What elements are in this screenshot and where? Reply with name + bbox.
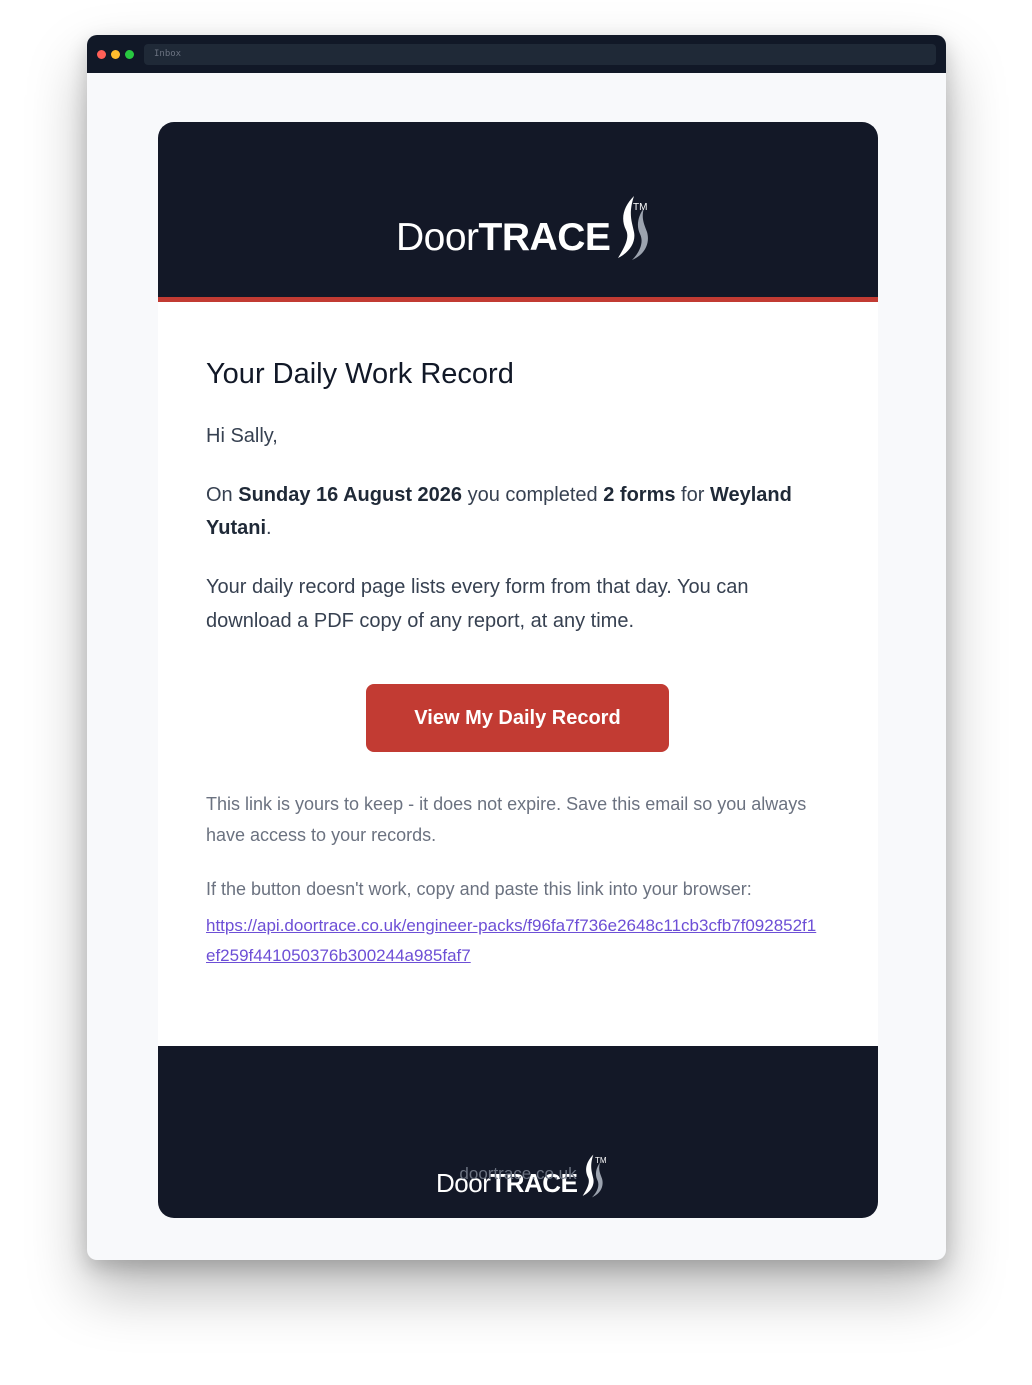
trademark-mark: TM (633, 202, 648, 213)
close-window-button[interactable] (97, 49, 106, 59)
doortrace-logo: Door TRACE TM (396, 194, 650, 262)
logo-text-trace: TRACE (478, 216, 611, 259)
title-bar: Inbox (87, 35, 946, 73)
footer-website-text[interactable]: doortrace.co.uk (459, 1164, 576, 1183)
fallback-instructions: If the button doesn't work, copy and pas… (206, 879, 752, 899)
maximize-window-button[interactable] (125, 49, 134, 59)
summary-text: On Sunday 16 August 2026 you completed 2… (206, 484, 792, 539)
logo-text-door: Door (396, 216, 479, 259)
expire-note: This link is yours to keep - it does not… (206, 794, 807, 845)
address-bar[interactable]: Inbox (144, 44, 936, 65)
email-heading: Your Daily Work Record (206, 358, 514, 390)
email-card: Door TRACE TM Your Daily Work Record Hi S… (158, 122, 878, 1218)
summary-date: Sunday 16 August 2026 (238, 484, 463, 506)
greeting-text: Hi Sally, (206, 425, 278, 447)
summary-form-count: 2 forms (603, 484, 676, 506)
view-daily-record-button[interactable]: View My Daily Record (366, 684, 669, 752)
info-text: Your daily record page lists every form … (206, 576, 749, 632)
fallback-link[interactable]: https://api.doortrace.co.uk/engineer-pac… (206, 911, 822, 971)
email-client-window: Inbox Door TRACE TM Your Daily Work Recor… (87, 35, 946, 1260)
email-header: Door TRACE TM (158, 122, 878, 302)
minimize-window-button[interactable] (111, 49, 120, 59)
footer-website: doortrace.co.uk (158, 1162, 878, 1186)
